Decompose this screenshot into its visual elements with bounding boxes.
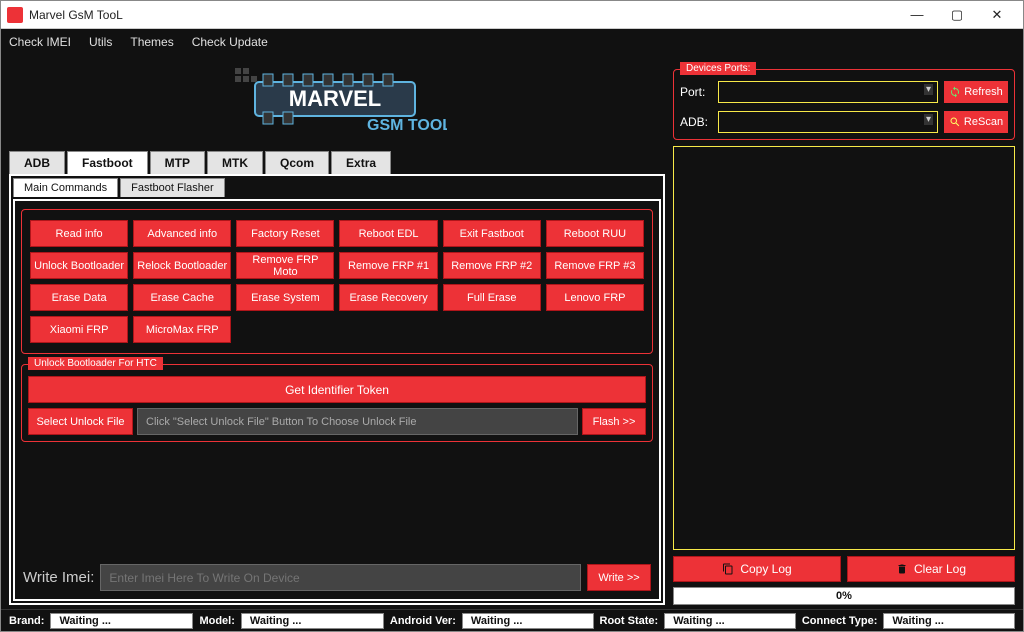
cmd-relock-bootloader[interactable]: Relock Bootloader [133, 252, 231, 279]
copy-icon [722, 563, 734, 575]
devices-section: Devices Ports: Port: Refresh ADB: ReScan [673, 69, 1015, 140]
commands-group: Read infoAdvanced infoFactory ResetReboo… [21, 209, 653, 354]
tab-adb[interactable]: ADB [9, 151, 65, 174]
adb-select[interactable] [718, 111, 938, 133]
rescan-label: ReScan [964, 116, 1003, 128]
subtab-main-commands[interactable]: Main Commands [13, 178, 118, 197]
cmd-erase-recovery[interactable]: Erase Recovery [339, 284, 437, 311]
cmd-erase-cache[interactable]: Erase Cache [133, 284, 231, 311]
imei-row: Write Imei: Write >> [21, 560, 653, 593]
cmd-lenovo-frp[interactable]: Lenovo FRP [546, 284, 644, 311]
cmd-unlock-bootloader[interactable]: Unlock Bootloader [30, 252, 128, 279]
flash-button[interactable]: Flash >> [582, 408, 646, 435]
htc-section: Unlock Bootloader For HTC Get Identifier… [21, 364, 653, 442]
cmd-erase-data[interactable]: Erase Data [30, 284, 128, 311]
imei-label: Write Imei: [23, 569, 94, 586]
cmd-reboot-edl[interactable]: Reboot EDL [339, 220, 437, 247]
svg-text:GSM TOOL: GSM TOOL [367, 117, 447, 134]
cmd-micromax-frp[interactable]: MicroMax FRP [133, 316, 231, 343]
cmd-erase-system[interactable]: Erase System [236, 284, 334, 311]
app-window: Marvel GsM TooL — ▢ ✕ Check IMEI Utils T… [0, 0, 1024, 632]
sub-panel: Read infoAdvanced infoFactory ResetReboo… [13, 199, 661, 601]
right-pane: Devices Ports: Port: Refresh ADB: ReScan [673, 61, 1015, 605]
cmd-remove-frp-1[interactable]: Remove FRP #1 [339, 252, 437, 279]
menu-themes[interactable]: Themes [130, 35, 173, 49]
imei-input[interactable] [100, 564, 581, 591]
main-panel: Main Commands Fastboot Flasher Read info… [9, 174, 665, 605]
app-logo: MARVEL GSM TOOL [227, 64, 447, 144]
port-label: Port: [680, 85, 712, 99]
write-imei-button[interactable]: Write >> [587, 564, 651, 591]
minimize-button[interactable]: — [897, 2, 937, 28]
titlebar: Marvel GsM TooL — ▢ ✕ [1, 1, 1023, 29]
brand-value: Waiting ... [50, 613, 193, 629]
tab-mtk[interactable]: MTK [207, 151, 263, 174]
cmd-read-info[interactable]: Read info [30, 220, 128, 247]
select-unlock-file-button[interactable]: Select Unlock File [28, 408, 133, 435]
app-icon [7, 7, 23, 23]
brand-label: Brand: [9, 615, 44, 627]
svg-text:MARVEL: MARVEL [289, 86, 382, 111]
tab-extra[interactable]: Extra [331, 151, 391, 174]
sub-tabs: Main Commands Fastboot Flasher [13, 178, 661, 197]
maximize-button[interactable]: ▢ [937, 2, 977, 28]
model-value: Waiting ... [241, 613, 384, 629]
clear-log-label: Clear Log [914, 562, 966, 576]
progress-bar: 0% [673, 587, 1015, 605]
copy-log-button[interactable]: Copy Log [673, 556, 841, 582]
tab-qcom[interactable]: Qcom [265, 151, 329, 174]
menu-utils[interactable]: Utils [89, 35, 112, 49]
window-controls: — ▢ ✕ [897, 2, 1017, 28]
menu-check-imei[interactable]: Check IMEI [9, 35, 71, 49]
clear-log-button[interactable]: Clear Log [847, 556, 1015, 582]
cmd-full-erase[interactable]: Full Erase [443, 284, 541, 311]
cmd-reboot-ruu[interactable]: Reboot RUU [546, 220, 644, 247]
search-icon [949, 116, 961, 128]
close-button[interactable]: ✕ [977, 2, 1017, 28]
devices-legend: Devices Ports: [680, 62, 756, 75]
command-grid: Read infoAdvanced infoFactory ResetReboo… [30, 220, 644, 343]
menu-check-update[interactable]: Check Update [192, 35, 268, 49]
htc-legend: Unlock Bootloader For HTC [28, 357, 163, 370]
workspace: MARVEL GSM TOOL ADB Fastboot MTP MTK Qco… [1, 55, 1023, 609]
cmd-remove-frp-3[interactable]: Remove FRP #3 [546, 252, 644, 279]
cmd-xiaomi-frp[interactable]: Xiaomi FRP [30, 316, 128, 343]
copy-log-label: Copy Log [740, 562, 791, 576]
cmd-advanced-info[interactable]: Advanced info [133, 220, 231, 247]
connect-label: Connect Type: [802, 615, 878, 627]
cmd-remove-frp-2[interactable]: Remove FRP #2 [443, 252, 541, 279]
refresh-button[interactable]: Refresh [944, 81, 1008, 103]
tab-mtp[interactable]: MTP [150, 151, 205, 174]
menubar: Check IMEI Utils Themes Check Update [1, 29, 1023, 55]
android-value: Waiting ... [462, 613, 594, 629]
adb-label: ADB: [680, 115, 712, 129]
logo-area: MARVEL GSM TOOL [9, 61, 665, 147]
root-label: Root State: [600, 615, 659, 627]
connect-value: Waiting ... [883, 613, 1015, 629]
model-label: Model: [199, 615, 234, 627]
get-identifier-token-button[interactable]: Get Identifier Token [28, 376, 646, 403]
refresh-icon [949, 86, 961, 98]
subtab-fastboot-flasher[interactable]: Fastboot Flasher [120, 178, 225, 197]
log-buttons: Copy Log Clear Log [673, 556, 1015, 582]
cmd-factory-reset[interactable]: Factory Reset [236, 220, 334, 247]
cmd-exit-fastboot[interactable]: Exit Fastboot [443, 220, 541, 247]
port-select[interactable] [718, 81, 938, 103]
left-pane: MARVEL GSM TOOL ADB Fastboot MTP MTK Qco… [9, 61, 665, 605]
tab-fastboot[interactable]: Fastboot [67, 151, 148, 174]
window-title: Marvel GsM TooL [29, 8, 897, 22]
log-area[interactable] [673, 146, 1015, 550]
cmd-remove-frp-moto[interactable]: Remove FRP Moto [236, 252, 334, 279]
unlock-file-path-field[interactable]: Click "Select Unlock File" Button To Cho… [137, 408, 578, 435]
android-label: Android Ver: [390, 615, 456, 627]
rescan-button[interactable]: ReScan [944, 111, 1008, 133]
main-tabs: ADB Fastboot MTP MTK Qcom Extra [9, 151, 665, 174]
trash-icon [896, 563, 908, 575]
refresh-label: Refresh [964, 86, 1003, 98]
statusbar: Brand: Waiting ... Model: Waiting ... An… [1, 609, 1023, 631]
root-value: Waiting ... [664, 613, 796, 629]
